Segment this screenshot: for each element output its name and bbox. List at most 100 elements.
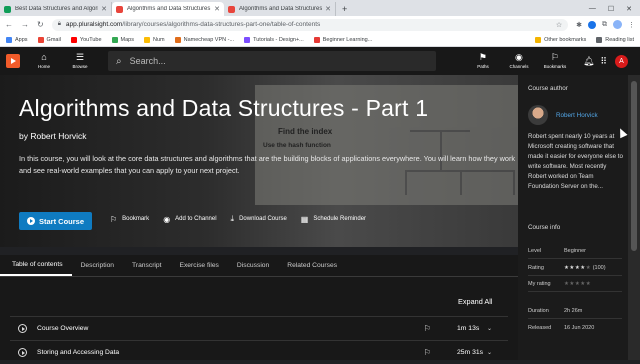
other-bookmarks[interactable]: Other bookmarks	[535, 36, 586, 43]
info-level-row: Level Beginner	[528, 247, 622, 259]
rating-empty-star-icon: ★	[585, 265, 592, 271]
extensions-icon[interactable]: ✱	[576, 21, 582, 29]
start-course-button[interactable]: Start Course	[19, 212, 92, 230]
scrollbar-thumb[interactable]	[631, 81, 637, 251]
nav-home-button[interactable]: ⌂ Home	[26, 53, 62, 70]
reading-list[interactable]: Reading list	[596, 36, 634, 43]
bookmark-num[interactable]: Num	[144, 36, 165, 43]
tab-title: Algorithms and Data Structures	[239, 6, 323, 12]
maps-icon	[111, 36, 118, 43]
user-avatar[interactable]: A	[615, 54, 628, 68]
apps-grid-icon[interactable]: ⠿	[600, 56, 607, 67]
bookmark-button[interactable]: ⚐ Bookmark	[110, 214, 149, 224]
page-scrollbar[interactable]	[628, 75, 640, 360]
maximize-icon[interactable]: ☐	[608, 5, 614, 13]
bookmark-namecheap[interactable]: Namecheap VPN -...	[174, 36, 234, 43]
schedule-reminder-button[interactable]: ▦ Schedule Reminder	[301, 214, 366, 224]
search-input[interactable]: ⌕ Search...	[108, 51, 436, 71]
bookmark-beginner[interactable]: Beginner Learning...	[313, 36, 373, 43]
module-row[interactable]: Storing and Accessing Data ⚐ 25m 31s ⌄	[10, 340, 508, 364]
browser-toolbar-right: ✱ ⧉ ⋮	[576, 20, 635, 29]
tab-table-of-contents[interactable]: Table of contents	[0, 255, 72, 276]
notifications-bell-icon[interactable]: 🔔︎	[583, 56, 594, 67]
close-tab-icon[interactable]: ✕	[101, 5, 107, 13]
url-input[interactable]: 🔒︎ app.pluralsight.com/library/courses/a…	[51, 18, 569, 31]
download-course-button[interactable]: ⤓ Download Course	[231, 214, 287, 224]
profile-avatar[interactable]	[613, 20, 622, 29]
tab-favicon-icon	[4, 5, 11, 13]
bookmark-star-icon[interactable]: ☆	[556, 21, 562, 29]
menu-dots-icon[interactable]: ⋮	[628, 21, 635, 29]
browser-tab-2[interactable]: Algorithms and Data Structures ✕	[112, 2, 224, 16]
nav-bookmarks-button[interactable]: ⚐ Bookmarks	[537, 53, 573, 70]
bookmark-module-icon[interactable]: ⚐	[424, 324, 431, 333]
bookmarks-right: Other bookmarks Reading list	[535, 36, 634, 43]
forward-icon[interactable]: →	[21, 20, 29, 29]
browser-tab-1[interactable]: Best Data Structures and Algori ✕	[0, 2, 112, 16]
nav-browse-label: Browse	[72, 64, 88, 69]
beginner-icon	[313, 36, 320, 43]
tab-exercise-files[interactable]: Exercise files	[171, 255, 228, 276]
info-value: 16 Jun 2020	[564, 325, 595, 331]
channel-icon: ◉	[163, 214, 171, 224]
chevron-down-icon[interactable]: ⌄	[487, 349, 492, 356]
play-module-icon[interactable]	[18, 324, 27, 333]
author-name-link[interactable]: Robert Horvick	[556, 112, 598, 119]
my-rating-stars[interactable]: ★★★★★	[564, 280, 622, 288]
play-module-icon[interactable]	[18, 348, 27, 357]
url-host: app.pluralsight.com	[65, 21, 123, 28]
module-title: Course Overview	[37, 325, 89, 332]
expand-all-button[interactable]: Expand All	[458, 297, 492, 306]
bookmark-label: Bookmark	[122, 216, 150, 222]
module-duration: 25m 31s	[456, 349, 484, 356]
tab-discussion[interactable]: Discussion	[228, 255, 278, 276]
bookmark-module-icon[interactable]: ⚐	[424, 348, 431, 357]
pluralsight-logo[interactable]	[6, 54, 20, 68]
back-icon[interactable]: ←	[5, 20, 13, 29]
tab-related-courses[interactable]: Related Courses	[278, 255, 346, 276]
module-row[interactable]: Course Overview ⚐ 1m 13s ⌄	[10, 316, 508, 340]
info-value: Beginner	[564, 248, 587, 254]
info-label: My rating	[528, 281, 551, 287]
reload-icon[interactable]: ↻	[37, 20, 44, 29]
course-author-line: by Robert Horvick	[19, 131, 87, 141]
course-tabs: Table of contents Description Transcript…	[0, 255, 518, 277]
info-myrating-row: My rating ★★★★★	[528, 280, 622, 292]
add-to-channel-button[interactable]: ◉ Add to Channel	[163, 214, 216, 224]
nav-channels-button[interactable]: ◉ Channels	[501, 53, 537, 70]
tab-description[interactable]: Description	[72, 255, 123, 276]
author-bio: Robert spent nearly 10 years at Microsof…	[528, 133, 623, 190]
bookmark-gmail[interactable]: Gmail	[37, 36, 61, 43]
table-of-contents: Expand All Course Overview ⚐ 1m 13s ⌄ St…	[0, 277, 518, 360]
course-actions: ⚐ Bookmark ◉ Add to Channel ⤓ Download C…	[110, 214, 366, 224]
author-avatar[interactable]	[528, 105, 548, 125]
minimize-icon[interactable]: —	[589, 5, 596, 13]
extension-icon[interactable]	[588, 20, 596, 29]
puzzle-icon[interactable]: ⧉	[602, 21, 607, 29]
info-value: ★★★★★ (100)	[564, 264, 622, 272]
browser-tab-3[interactable]: Algorithms and Data Structures ✕	[224, 2, 336, 16]
reading-list-label: Reading list	[605, 36, 634, 43]
empty-stars-icon: ★★★★★	[564, 281, 592, 287]
close-tab-icon[interactable]: ✕	[214, 5, 220, 13]
tab-transcript[interactable]: Transcript	[123, 255, 170, 276]
bookmark-tutorials[interactable]: Tutorials - Design+...	[244, 36, 304, 43]
chevron-down-icon[interactable]: ⌄	[487, 325, 492, 332]
browse-icon: ☰	[75, 52, 85, 62]
bookmark-apps[interactable]: Apps	[6, 36, 28, 43]
tab-favicon-icon	[228, 5, 235, 13]
num-icon	[144, 36, 150, 43]
info-label: Rating	[528, 265, 544, 271]
nav-paths-button[interactable]: ⚑ Paths	[465, 53, 501, 70]
bookmark-youtube[interactable]: YouTube	[70, 36, 102, 43]
close-tab-icon[interactable]: ✕	[325, 5, 331, 13]
bookmark-label: Beginner Learning...	[322, 36, 373, 43]
add-channel-label: Add to Channel	[175, 216, 217, 222]
close-window-icon[interactable]: ✕	[626, 5, 632, 13]
new-tab-icon[interactable]: +	[342, 4, 347, 14]
info-label: Level	[528, 248, 542, 254]
bookmark-maps[interactable]: Maps	[111, 36, 134, 43]
nav-browse-button[interactable]: ☰ Browse	[62, 52, 98, 70]
info-duration-row: Duration 2h 26m	[528, 307, 622, 319]
nav-right-group: ⚑ Paths ◉ Channels ⚐ Bookmarks 🔔︎ ⠿ A	[465, 47, 640, 75]
